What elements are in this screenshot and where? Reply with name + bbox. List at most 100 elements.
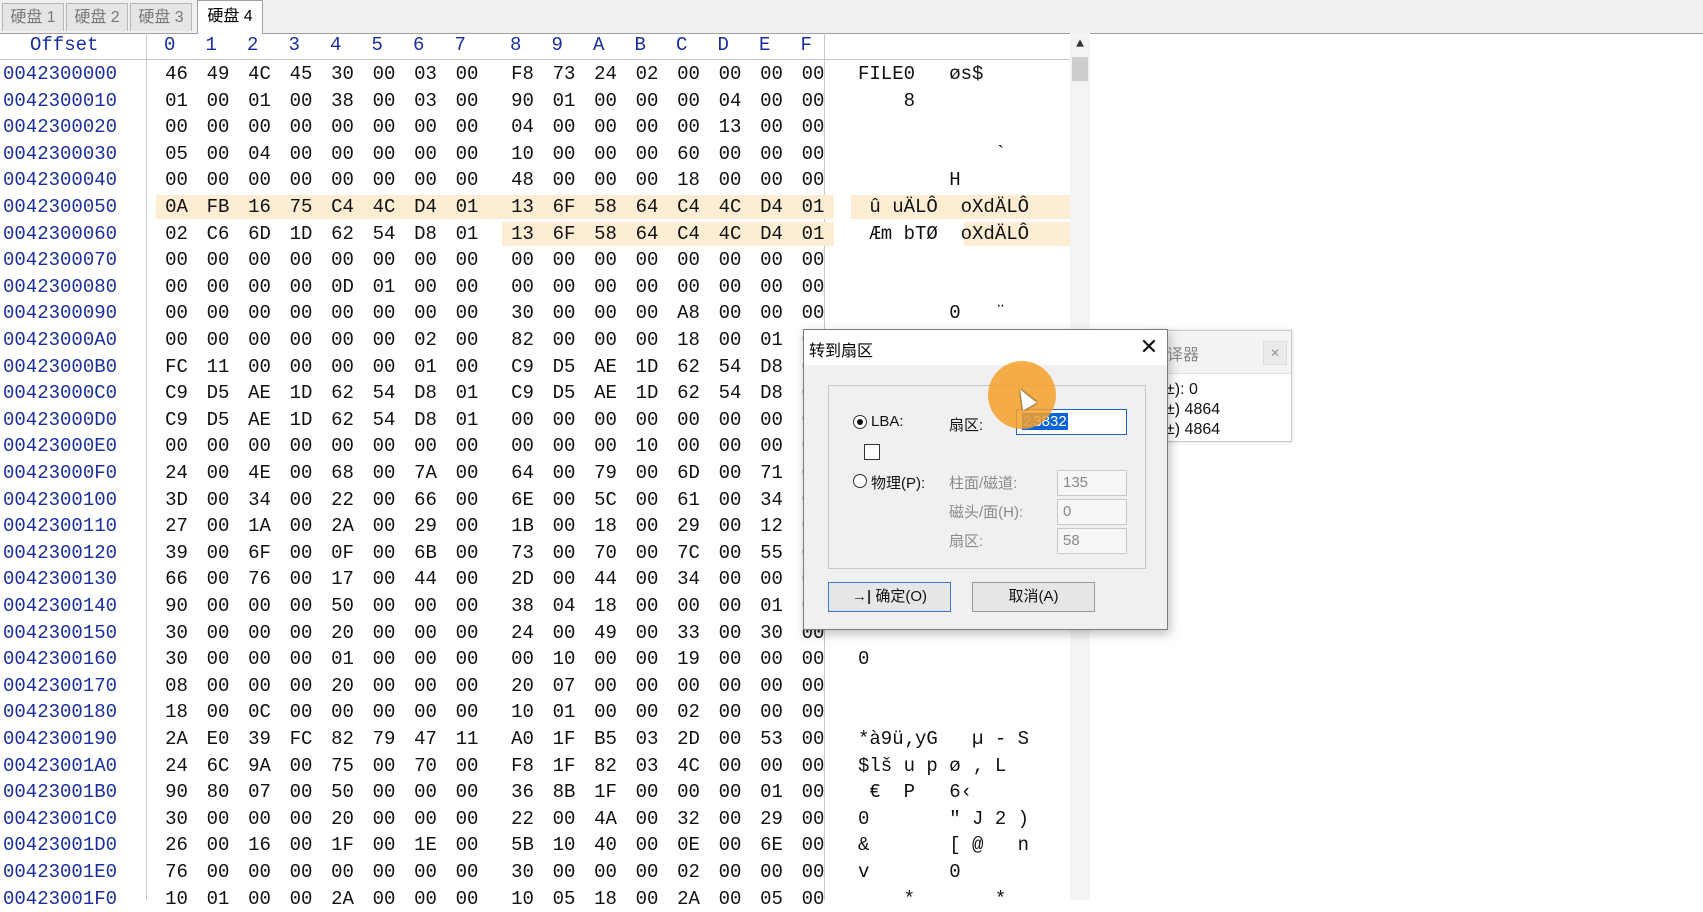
hex-byte[interactable]: 02	[160, 221, 193, 247]
hex-byte[interactable]: 00	[714, 832, 747, 858]
hex-byte[interactable]: 00	[631, 806, 664, 832]
hex-byte[interactable]: 00	[797, 61, 830, 87]
hex-byte[interactable]: 00	[202, 167, 235, 193]
hex-byte[interactable]: 00	[285, 673, 318, 699]
scrollbar-thumb[interactable]	[1072, 57, 1088, 81]
hex-byte[interactable]: 00	[451, 540, 484, 566]
hex-byte[interactable]: 60	[672, 141, 705, 167]
hex-row[interactable]: 00423001E0 76 00 00 00 00 00 00 00 30 00 00 00 02 00 00…	[0, 859, 1070, 885]
cylinder-field[interactable]: 135	[1057, 470, 1127, 496]
hex-byte[interactable]: 27	[160, 513, 193, 539]
hex-byte[interactable]: 4C	[714, 221, 747, 247]
hex-byte[interactable]: 00	[714, 646, 747, 672]
hex-byte[interactable]: 00	[451, 300, 484, 326]
hex-byte[interactable]: 71	[755, 460, 788, 486]
hex-byte[interactable]: 80	[202, 779, 235, 805]
hex-byte[interactable]: 00	[714, 247, 747, 273]
hex-byte[interactable]: 58	[589, 221, 622, 247]
hex-byte[interactable]: 00	[589, 859, 622, 885]
hex-byte[interactable]: 00	[160, 300, 193, 326]
hex-byte[interactable]: 4C	[714, 194, 747, 220]
hex-byte[interactable]: 00	[797, 673, 830, 699]
hex-byte[interactable]: 00	[631, 247, 664, 273]
hex-byte[interactable]: 00	[285, 832, 318, 858]
hex-byte[interactable]: 00	[243, 806, 276, 832]
hex-byte[interactable]: 58	[589, 194, 622, 220]
hex-byte[interactable]: 1D	[631, 354, 664, 380]
hex-byte[interactable]: 00	[368, 114, 401, 140]
hex-byte[interactable]: 00	[548, 566, 581, 592]
hex-byte[interactable]: 03	[409, 88, 442, 114]
hex-byte[interactable]: 36	[506, 779, 539, 805]
panel-close-icon[interactable]: ✕	[1263, 341, 1287, 365]
hex-byte[interactable]: 01	[326, 646, 359, 672]
hex-byte[interactable]: 00	[409, 593, 442, 619]
hex-byte[interactable]: 00	[631, 407, 664, 433]
lba-radio[interactable]	[853, 415, 867, 429]
hex-byte[interactable]: 00	[202, 832, 235, 858]
hex-byte[interactable]: 13	[506, 221, 539, 247]
hex-byte[interactable]: 00	[160, 327, 193, 353]
hex-byte[interactable]: 00	[548, 513, 581, 539]
hex-byte[interactable]: F8	[506, 753, 539, 779]
hex-byte[interactable]: D8	[409, 407, 442, 433]
hex-byte[interactable]: 1E	[409, 832, 442, 858]
hex-byte[interactable]: 00	[589, 327, 622, 353]
hex-byte[interactable]: 62	[326, 407, 359, 433]
row-text[interactable]: 0 " J 2 )	[858, 806, 1029, 832]
hex-byte[interactable]: 62	[672, 354, 705, 380]
hex-byte[interactable]: 4E	[243, 460, 276, 486]
hex-byte[interactable]: 00	[368, 354, 401, 380]
hex-byte[interactable]: 00	[368, 832, 401, 858]
hex-byte[interactable]: 00	[797, 886, 830, 912]
hex-byte[interactable]: A8	[672, 300, 705, 326]
hex-byte[interactable]: 00	[202, 433, 235, 459]
hex-byte[interactable]: 2A	[326, 513, 359, 539]
hex-byte[interactable]: 29	[755, 806, 788, 832]
hex-byte[interactable]: 00	[631, 300, 664, 326]
hex-byte[interactable]: 00	[672, 114, 705, 140]
hex-byte[interactable]: 00	[409, 620, 442, 646]
hex-row[interactable]: 0042300160 30 00 00 00 01 00 00 00 00 10 00 00 19 00 00…	[0, 646, 1070, 672]
hex-byte[interactable]: C4	[672, 194, 705, 220]
hex-byte[interactable]: 10	[506, 699, 539, 725]
hex-byte[interactable]: 00	[451, 886, 484, 912]
hex-byte[interactable]: 00	[714, 540, 747, 566]
hex-byte[interactable]: 00	[631, 167, 664, 193]
hex-byte[interactable]: 00	[714, 407, 747, 433]
hex-byte[interactable]: 00	[451, 460, 484, 486]
hex-byte[interactable]: D8	[755, 354, 788, 380]
hex-byte[interactable]: D4	[755, 221, 788, 247]
hex-byte[interactable]: 00	[797, 779, 830, 805]
hex-byte[interactable]: 6F	[548, 221, 581, 247]
hex-byte[interactable]: 00	[202, 566, 235, 592]
hex-byte[interactable]: 00	[409, 779, 442, 805]
hex-byte[interactable]: 0E	[672, 832, 705, 858]
hex-byte[interactable]: 01	[202, 886, 235, 912]
hex-byte[interactable]: 00	[409, 886, 442, 912]
hex-byte[interactable]: 00	[631, 886, 664, 912]
hex-byte[interactable]: 00	[672, 247, 705, 273]
hex-byte[interactable]: 00	[368, 141, 401, 167]
hex-byte[interactable]: 00	[548, 460, 581, 486]
hex-byte[interactable]: 00	[451, 513, 484, 539]
hex-byte[interactable]: 13	[714, 114, 747, 140]
hex-byte[interactable]: FC	[160, 354, 193, 380]
hex-byte[interactable]: 00	[409, 300, 442, 326]
hex-byte[interactable]: 00	[548, 487, 581, 513]
hex-byte[interactable]: 18	[672, 327, 705, 353]
cancel-button[interactable]: 取消(A)	[972, 582, 1095, 612]
hex-byte[interactable]: 00	[714, 300, 747, 326]
hex-byte[interactable]: 00	[409, 433, 442, 459]
hex-row[interactable]: 0042300190 2A E0 39 FC 82 79 47 11 A0 1F B5 03 2D 00 53…	[0, 726, 1070, 752]
hex-byte[interactable]: 00	[755, 167, 788, 193]
hex-byte[interactable]: 00	[243, 593, 276, 619]
hex-byte[interactable]: 00	[368, 487, 401, 513]
hex-byte[interactable]: 01	[368, 274, 401, 300]
hex-byte[interactable]: 00	[631, 114, 664, 140]
hex-byte[interactable]: 00	[548, 300, 581, 326]
hex-byte[interactable]: 6E	[506, 487, 539, 513]
hex-byte[interactable]: 00	[451, 673, 484, 699]
hex-byte[interactable]: 00	[631, 620, 664, 646]
hex-byte[interactable]: 00	[506, 646, 539, 672]
